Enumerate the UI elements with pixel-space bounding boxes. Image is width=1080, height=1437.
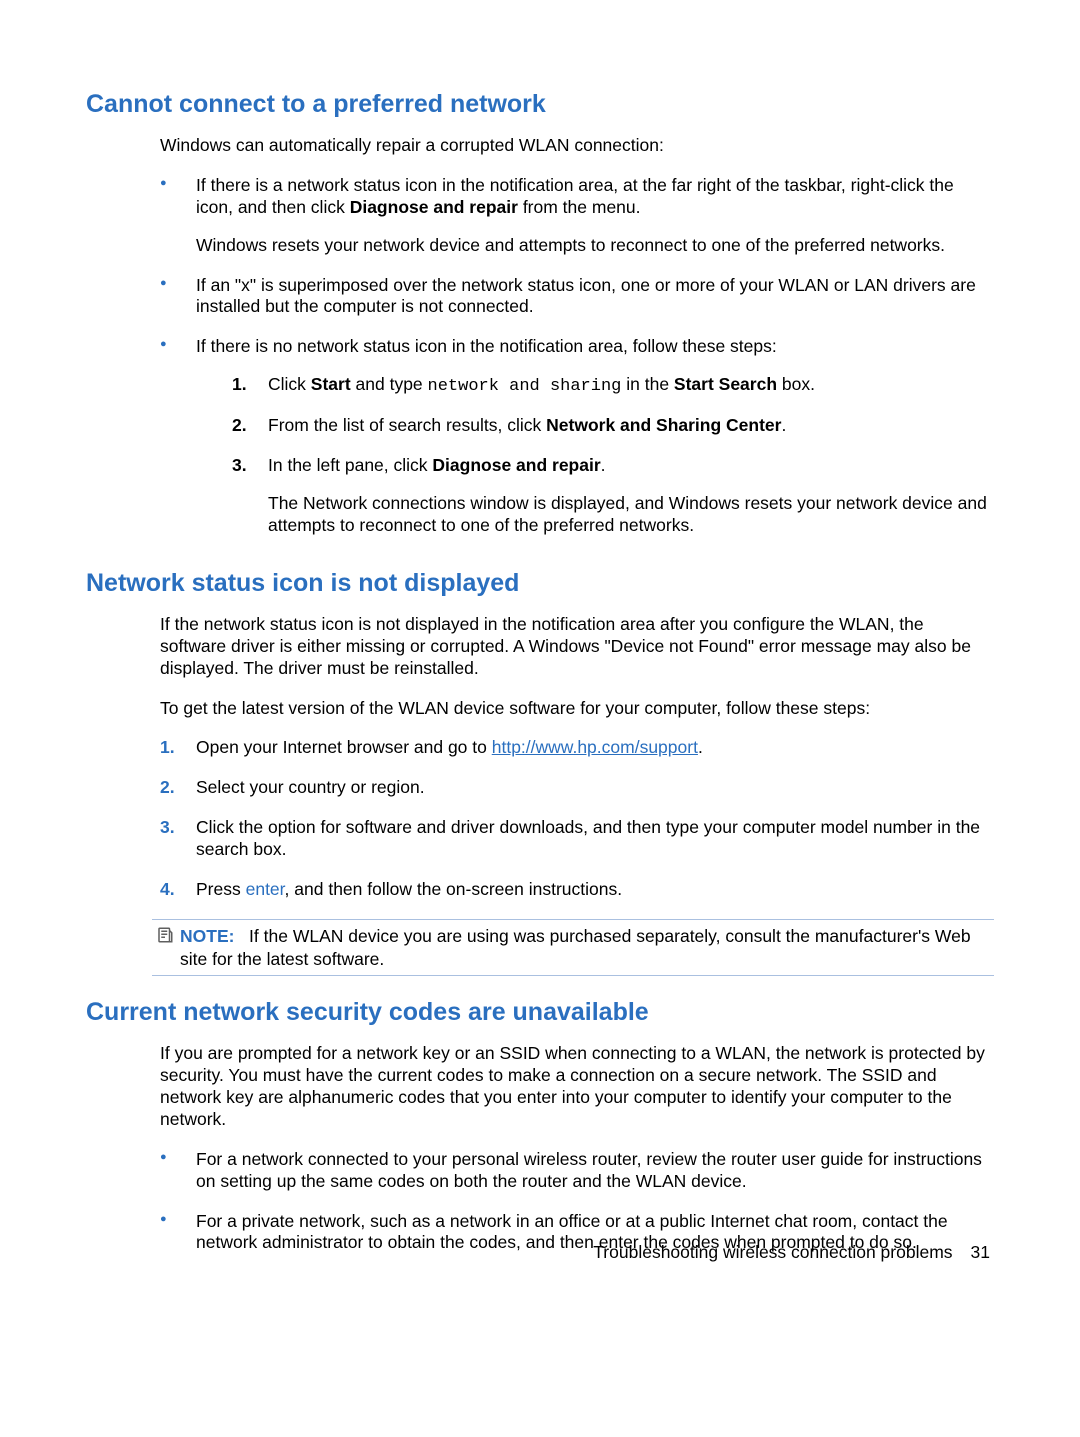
step-number: 4. (160, 879, 175, 901)
document-page: Cannot connect to a preferred network Wi… (0, 0, 1080, 1437)
text-bold: Start (311, 374, 351, 394)
note-box: NOTE: If the WLAN device you are using w… (152, 919, 994, 977)
text-run: Press (196, 879, 246, 899)
step-number: 2. (160, 777, 175, 799)
text-run: in the (621, 374, 674, 394)
footer-text: Troubleshooting wireless connection prob… (593, 1242, 952, 1262)
list-paragraph: Windows resets your network device and a… (196, 235, 994, 257)
step-item: 4. Press enter, and then follow the on-s… (160, 879, 994, 901)
text-run: . (698, 737, 703, 757)
text-run: . (601, 455, 606, 475)
text-bold: Start Search (674, 374, 777, 394)
list-paragraph: For a network connected to your personal… (196, 1149, 994, 1193)
text-run: Select your country or region. (196, 777, 425, 797)
step-number: 1. (160, 737, 175, 759)
text-bold: Diagnose and repair (432, 455, 600, 475)
list-item: If there is no network status icon in th… (160, 336, 994, 537)
text-mono: network and sharing (428, 377, 622, 396)
text-run: Click the option for software and driver… (196, 817, 980, 859)
text-run: From the list of search results, click (268, 415, 546, 435)
ordered-list: 1. Open your Internet browser and go to … (160, 737, 994, 900)
step-item: 2. From the list of search results, clic… (232, 415, 994, 437)
step-number: 2. (232, 415, 247, 437)
text-run: In the left pane, click (268, 455, 432, 475)
step-number: 1. (232, 374, 247, 396)
text-bold: Diagnose and repair (350, 197, 518, 217)
list-paragraph: If an "x" is superimposed over the netwo… (196, 275, 994, 319)
step-item: 3. In the left pane, click Diagnose and … (232, 455, 994, 537)
intro-paragraph: Windows can automatically repair a corru… (160, 135, 994, 157)
list-paragraph: If there is a network status icon in the… (196, 175, 994, 219)
heading-security-codes: Current network security codes are unava… (86, 998, 994, 1027)
step-paragraph: In the left pane, click Diagnose and rep… (268, 455, 994, 477)
step-item: 2. Select your country or region. (160, 777, 994, 799)
bullet-list: If there is a network status icon in the… (160, 175, 994, 537)
text-bold: Network and Sharing Center (546, 415, 781, 435)
step-number: 3. (232, 455, 247, 477)
support-link[interactable]: http://www.hp.com/support (492, 737, 698, 757)
note-content: NOTE: If the WLAN device you are using w… (152, 925, 994, 971)
text-run: Click (268, 374, 311, 394)
list-item: For a network connected to your personal… (160, 1149, 994, 1193)
ordered-list: 1. Click Start and type network and shar… (232, 374, 994, 537)
text-keyword: enter (246, 879, 285, 899)
heading-icon-not-displayed: Network status icon is not displayed (86, 569, 994, 598)
body-paragraph: If you are prompted for a network key or… (160, 1043, 994, 1131)
text-run: , and then follow the on-screen instruct… (285, 879, 623, 899)
page-number: 31 (971, 1242, 990, 1262)
heading-cannot-connect: Cannot connect to a preferred network (86, 90, 994, 119)
step-number: 3. (160, 817, 175, 839)
list-item: If there is a network status icon in the… (160, 175, 994, 257)
note-label: NOTE: (180, 926, 234, 946)
note-text: If the WLAN device you are using was pur… (180, 926, 971, 969)
step-paragraph: The Network connections window is displa… (268, 493, 994, 537)
text-run: box. (777, 374, 815, 394)
text-run: from the menu. (518, 197, 641, 217)
text-run: and type (351, 374, 428, 394)
body-paragraph: If the network status icon is not displa… (160, 614, 994, 680)
text-run: . (781, 415, 786, 435)
step-item: 1. Click Start and type network and shar… (232, 374, 994, 397)
bullet-list: For a network connected to your personal… (160, 1149, 994, 1255)
step-item: 3. Click the option for software and dri… (160, 817, 994, 861)
step-item: 1. Open your Internet browser and go to … (160, 737, 994, 759)
note-icon (156, 926, 174, 944)
body-paragraph: To get the latest version of the WLAN de… (160, 698, 994, 720)
text-run: Open your Internet browser and go to (196, 737, 492, 757)
page-footer: Troubleshooting wireless connection prob… (593, 1242, 990, 1263)
list-item: If an "x" is superimposed over the netwo… (160, 275, 994, 319)
list-paragraph: If there is no network status icon in th… (196, 336, 994, 358)
